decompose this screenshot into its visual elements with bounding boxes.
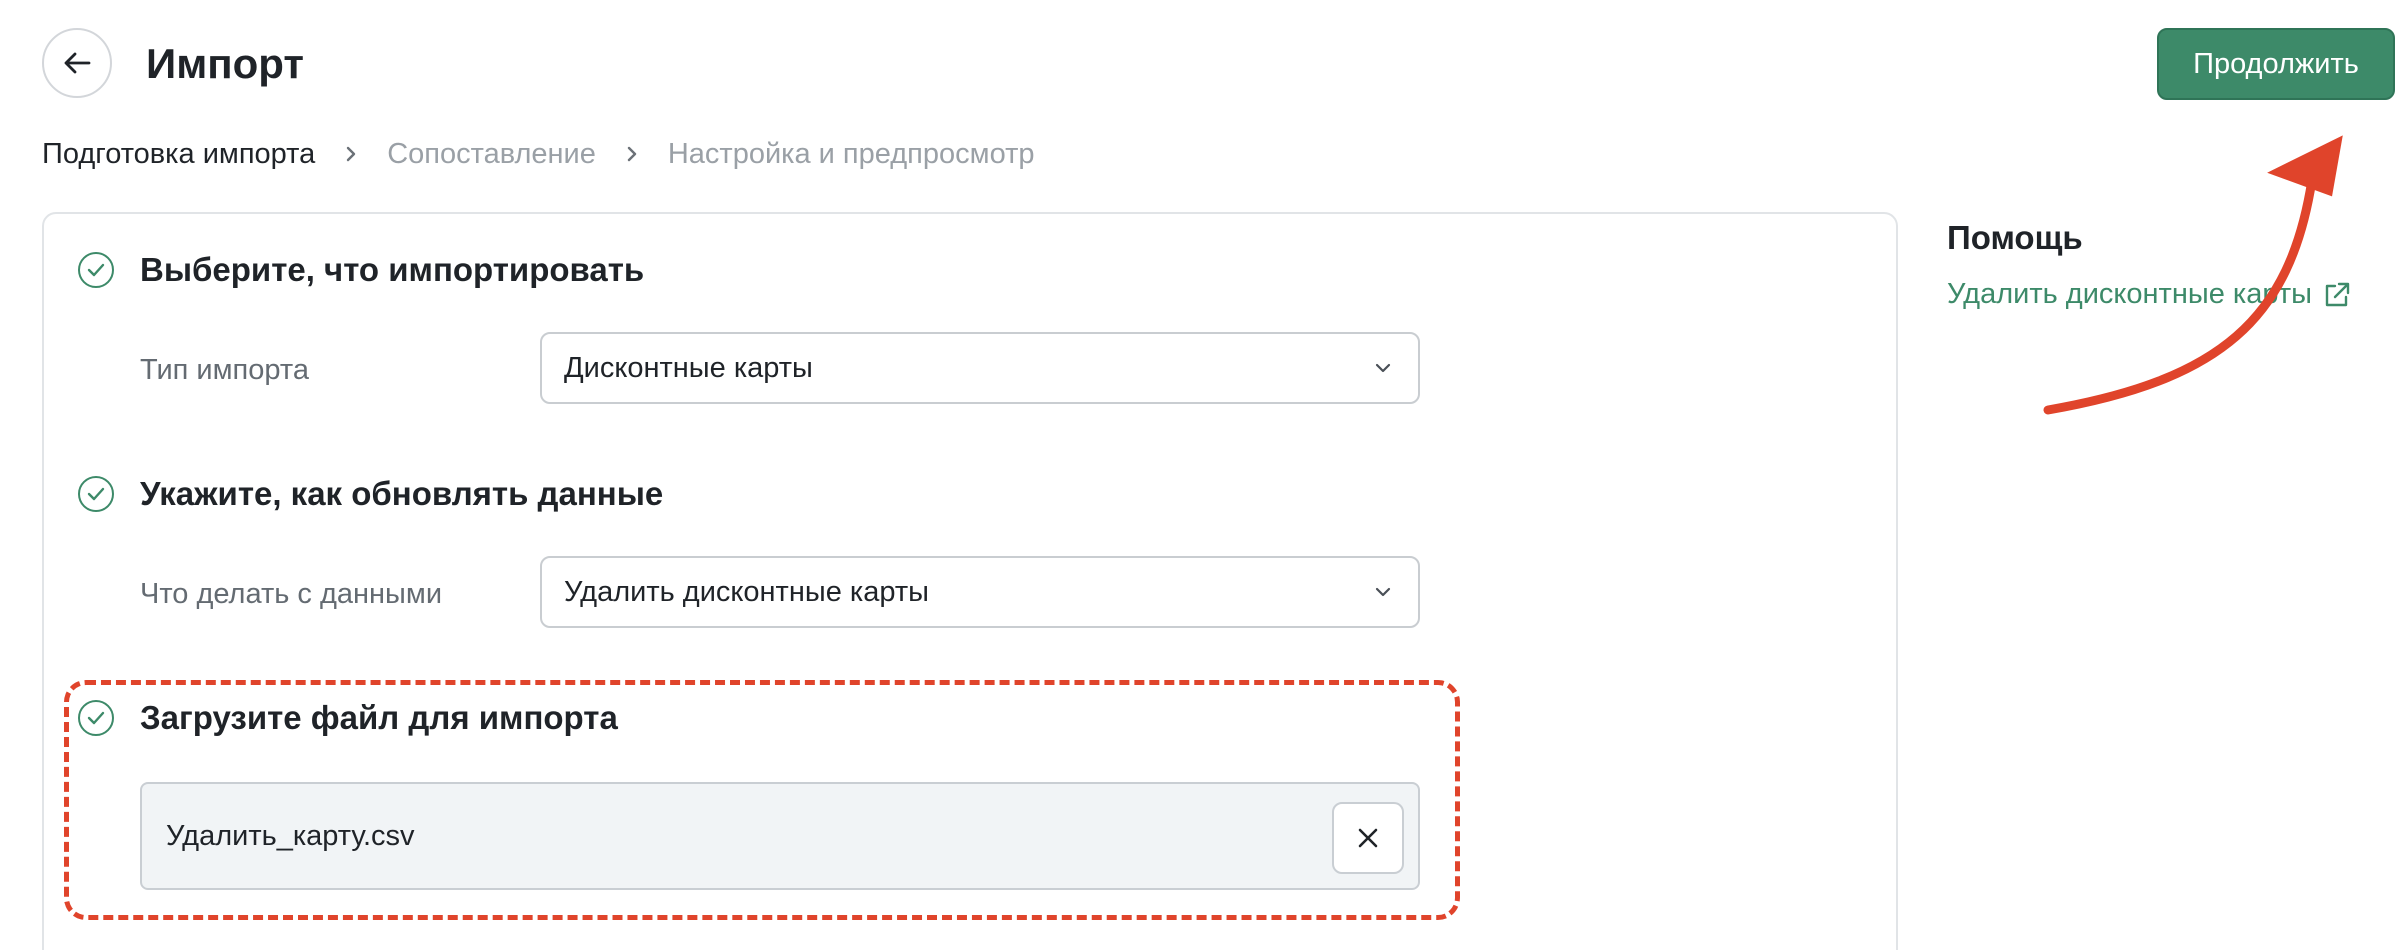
remove-file-button[interactable]: [1332, 802, 1404, 874]
update-mode-label: Что делать с данными: [140, 578, 443, 610]
arrow-left-icon: [64, 52, 91, 74]
help-title: Помощь: [1947, 219, 2083, 256]
help-link-delete-cards[interactable]: Удалить дисконтные карты: [1947, 278, 2352, 311]
check-circle-icon: [78, 476, 114, 512]
breadcrumb-step-mapping[interactable]: Сопоставление: [387, 138, 596, 171]
import-settings-card: Выберите, что импортировать Тип импорта …: [42, 212, 1898, 950]
breadcrumb-step-preparation[interactable]: Подготовка импорта: [42, 138, 315, 171]
uploaded-file-name: Удалить_карту.csv: [166, 819, 415, 852]
section-title-import-type: Выберите, что импортировать: [140, 251, 645, 288]
continue-button[interactable]: Продолжить: [2157, 28, 2395, 100]
breadcrumb: Подготовка импорта Сопоставление Настрой…: [42, 134, 1034, 174]
import-type-label: Тип импорта: [140, 354, 309, 386]
breadcrumb-step-preview[interactable]: Настройка и предпросмотр: [668, 138, 1035, 171]
chevron-right-icon: [596, 145, 668, 163]
annotation-arrow: [2043, 135, 2343, 415]
section-title-upload: Загрузите файл для импорта: [140, 699, 618, 736]
section-update-mode-status: [78, 476, 114, 512]
import-type-select[interactable]: Дисконтные карты: [540, 332, 1420, 404]
close-icon: [1358, 828, 1378, 848]
uploaded-file: Удалить_карту.csv: [140, 782, 1420, 890]
section-import-type-status: [78, 252, 114, 288]
section-title-update-mode: Укажите, как обновлять данные: [140, 475, 664, 512]
update-mode-value: Удалить дисконтные карты: [564, 575, 929, 608]
page-title: Импорт: [146, 40, 304, 87]
chevron-right-icon: [315, 145, 387, 163]
check-circle-icon: [78, 252, 114, 288]
section-upload-status: [78, 700, 114, 736]
chevron-down-icon: [1375, 363, 1391, 373]
chevron-down-icon: [1375, 587, 1391, 597]
import-type-value: Дисконтные карты: [564, 351, 813, 384]
external-link-icon: [2325, 282, 2350, 306]
update-mode-select[interactable]: Удалить дисконтные карты: [540, 556, 1420, 628]
help-link-label: Удалить дисконтные карты: [1947, 278, 2312, 310]
back-button[interactable]: [42, 28, 112, 98]
import-page: Импорт Продолжить Подготовка импорта Соп…: [0, 0, 2406, 950]
check-circle-icon: [78, 700, 114, 736]
